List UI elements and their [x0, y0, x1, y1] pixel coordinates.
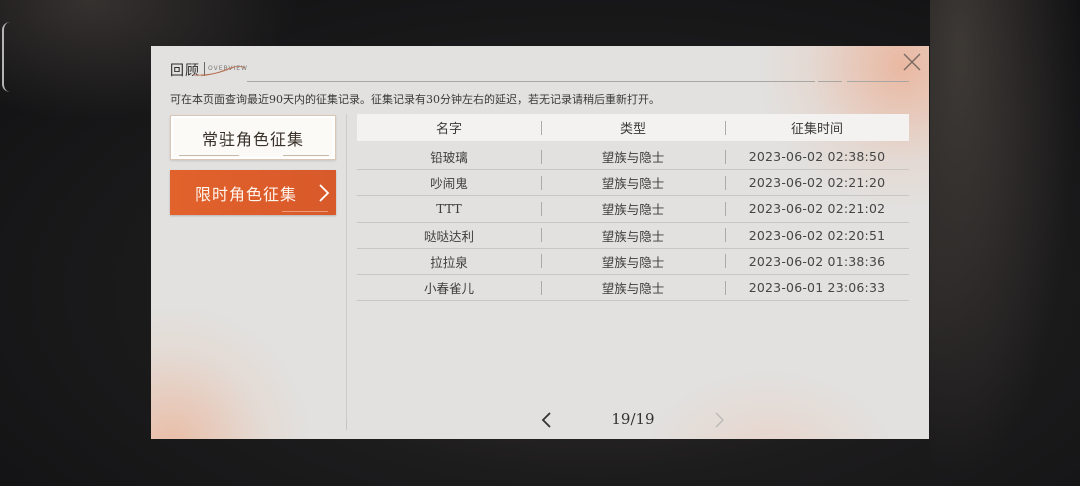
title-swoosh-decoration [192, 66, 246, 77]
next-page-button[interactable] [713, 411, 727, 429]
previous-page-button[interactable] [539, 411, 553, 429]
button-label: 常驻角色征集 [201, 129, 304, 149]
limited-character-recruit-button[interactable]: 限时角色征集 [170, 170, 336, 215]
table-header: 名字 类型 征集时间 [357, 114, 909, 141]
sidebar-divider [346, 114, 347, 427]
cell-time: 2023-06-02 02:21:20 [725, 175, 909, 190]
cell-type: 望族与隐士 [541, 252, 725, 271]
cell-name: TTT [436, 201, 462, 217]
cell-time: 2023-06-01 23:06:33 [725, 280, 909, 295]
button-label: 限时角色征集 [194, 184, 297, 204]
background-glow-right [930, 0, 1080, 486]
cell-time: 2023-06-02 02:38:50 [725, 149, 909, 164]
column-header-name: 名字 [435, 122, 462, 137]
cell-type: 望族与隐士 [541, 226, 725, 245]
cell-name: 吵闹鬼 [430, 176, 468, 192]
table-row: 拉拉泉 望族与隐士 2023-06-02 01:38:36 [357, 249, 909, 275]
standard-character-recruit-button[interactable]: 常驻角色征集 [170, 115, 336, 160]
close-icon [903, 53, 921, 71]
table-row: 小春雀儿 望族与隐士 2023-06-01 23:06:33 [357, 275, 909, 302]
history-panel: 回顾 OVERVIEW 可在本页面查询最近90天内的征集记录。征集记录有30分钟… [151, 46, 929, 439]
page-indicator: 19/19 [611, 410, 655, 428]
close-button[interactable] [901, 51, 923, 73]
column-header-time: 征集时间 [725, 118, 909, 137]
cell-type: 望族与隐士 [541, 147, 725, 166]
chevron-left-icon [541, 412, 551, 428]
table-row: 哒哒达利 望族与隐士 2023-06-02 02:20:51 [357, 223, 909, 249]
cell-time: 2023-06-02 02:21:02 [725, 201, 909, 216]
table-row: TTT 望族与隐士 2023-06-02 02:21:02 [357, 196, 909, 223]
header-rule [247, 81, 815, 82]
background-streak [2, 22, 10, 92]
cell-time: 2023-06-02 01:38:36 [725, 254, 909, 269]
column-header-type: 类型 [541, 118, 725, 137]
cell-name: 拉拉泉 [430, 254, 468, 270]
table-row: 吵闹鬼 望族与隐士 2023-06-02 02:21:20 [357, 170, 909, 197]
cell-name: 小春雀儿 [423, 281, 474, 297]
chevron-right-icon [319, 184, 330, 202]
record-notice: 可在本页面查询最近90天内的征集记录。征集记录有30分钟左右的延迟，若无记录请稍… [170, 93, 660, 106]
record-table: 铅玻璃 望族与隐士 2023-06-02 02:38:50 吵闹鬼 望族与隐士 … [357, 144, 909, 302]
cell-name: 铅玻璃 [430, 150, 468, 166]
cell-type: 望族与隐士 [541, 199, 725, 218]
table-row: 铅玻璃 望族与隐士 2023-06-02 02:38:50 [357, 144, 909, 171]
chevron-right-icon [715, 412, 725, 428]
cell-name: 哒哒达利 [423, 228, 474, 244]
cell-time: 2023-06-02 02:20:51 [725, 228, 909, 243]
cell-type: 望族与隐士 [541, 278, 725, 297]
cell-type: 望族与隐士 [541, 173, 725, 192]
